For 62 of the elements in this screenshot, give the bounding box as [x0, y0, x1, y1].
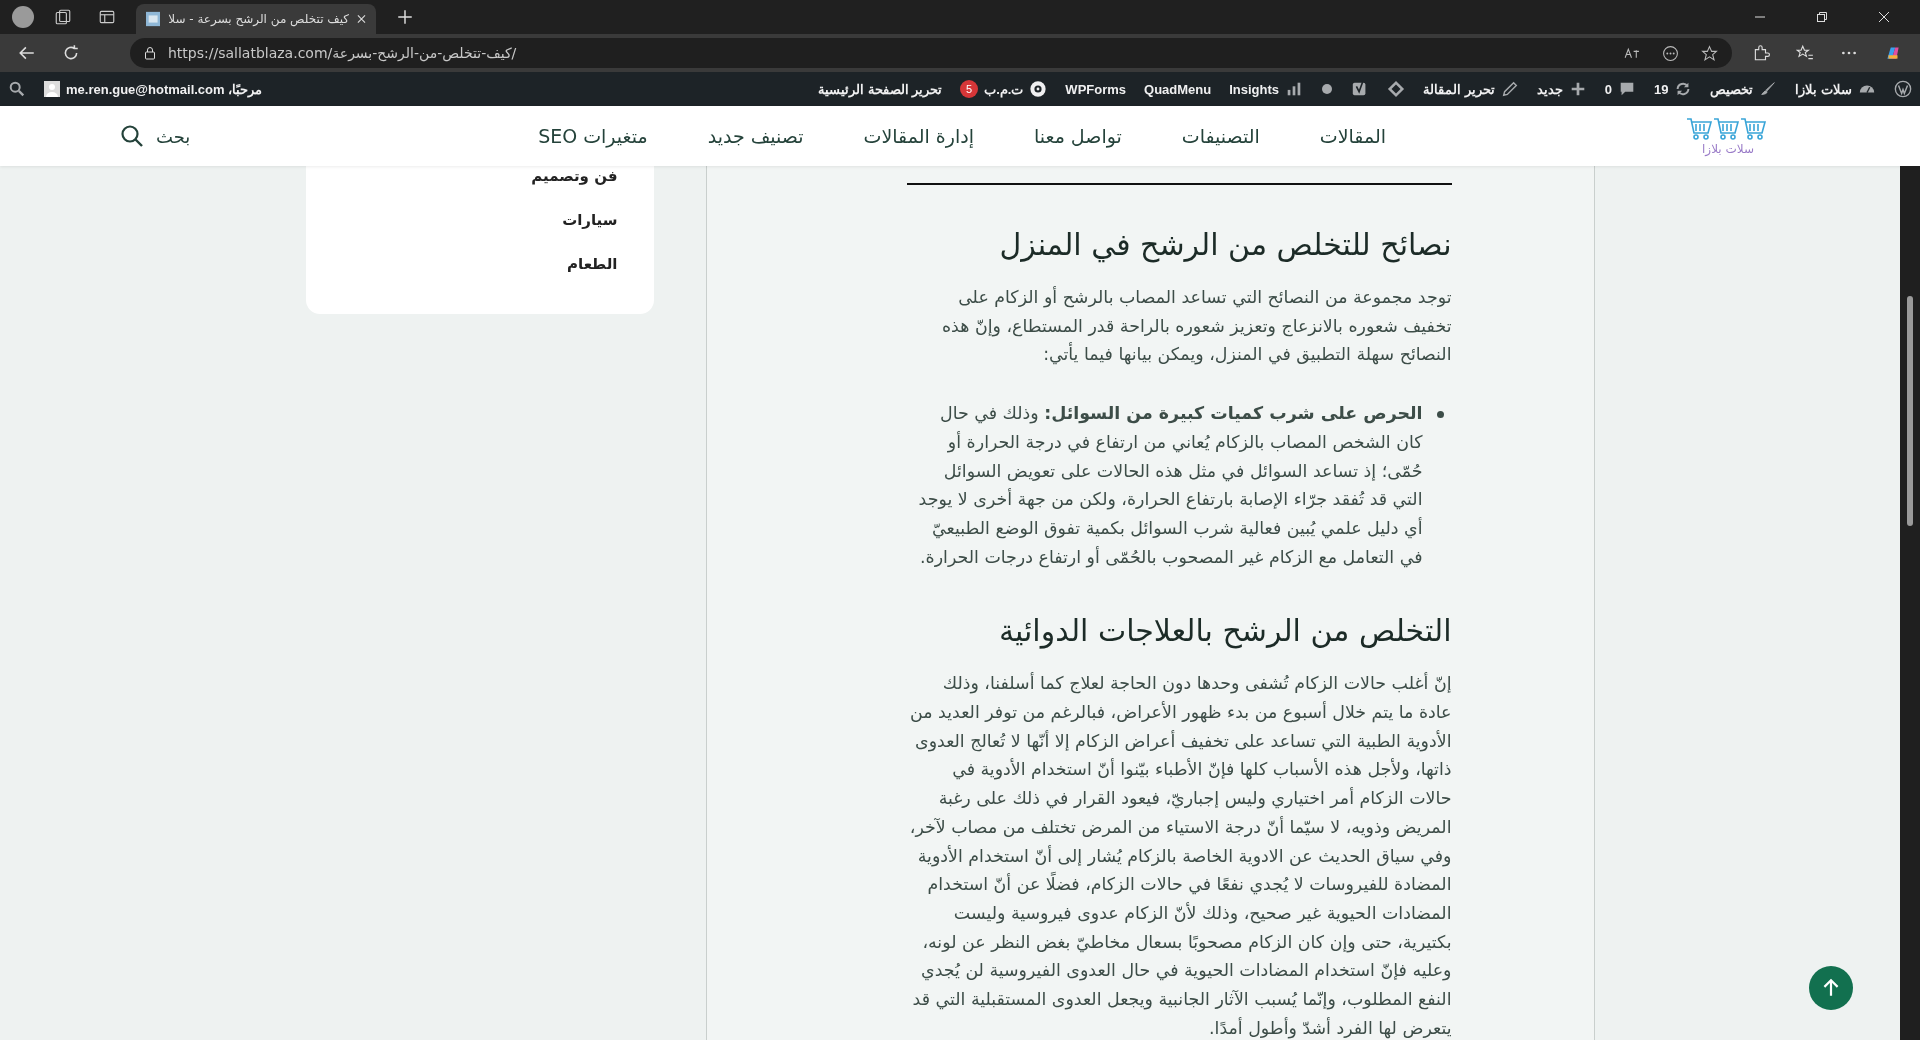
- admin-menu-link[interactable]: تحرير الصفحة الرئيسية: [817, 81, 943, 97]
- admin-menu-item[interactable]: [1321, 83, 1334, 95]
- nav-link[interactable]: المقالات: [1319, 125, 1386, 147]
- browser-tab[interactable]: كيف تتخلص من الرشح بسرعة - سلا: [136, 4, 376, 34]
- site-logo[interactable]: سلات بلازا: [1686, 116, 1770, 156]
- pencil-icon: [1500, 80, 1519, 98]
- diamond-icon: [1387, 80, 1406, 98]
- close-tab-icon[interactable]: [357, 14, 366, 24]
- url-text: https://sallatblaza.com/كيف-تتخلص-من-الرشح-بسرعة/: [168, 45, 517, 61]
- admin-menu-item[interactable]: [1387, 80, 1406, 98]
- search-link[interactable]: بحث: [120, 124, 191, 148]
- close-window-icon[interactable]: [1878, 11, 1890, 23]
- section-heading: التخلص من الرشح بالعلاجات الدوائية: [997, 612, 1452, 651]
- profile-icon[interactable]: [12, 6, 34, 28]
- admin-menu-item[interactable]: 0: [1604, 80, 1636, 98]
- nav-link[interactable]: متغيرات SEO: [538, 125, 648, 147]
- section-heading: نصائح للتخلص من الرشح في المنزل: [998, 226, 1452, 265]
- nav-link[interactable]: تواصل معنا: [1033, 125, 1122, 147]
- reload-icon[interactable]: [62, 44, 80, 62]
- gear-icon: [1029, 80, 1048, 98]
- lock-icon: [144, 46, 156, 60]
- admin-menu-item[interactable]: سلات بلازا: [1795, 80, 1876, 98]
- wordpress-logo-icon: [1894, 80, 1912, 98]
- category-link[interactable]: سيارات: [341, 210, 618, 230]
- back-icon[interactable]: [18, 44, 36, 62]
- avatar-icon: [44, 81, 60, 97]
- nav-link[interactable]: إدارة المقالات: [863, 125, 974, 147]
- new-tab-icon[interactable]: [396, 8, 414, 26]
- copilot-icon[interactable]: [1884, 44, 1902, 62]
- nav-link[interactable]: التصنيفات: [1181, 125, 1260, 147]
- account-menu[interactable]: مرحبًا، me.ren.gue@hotmail.com: [44, 81, 263, 97]
- scrollbar[interactable]: [1900, 166, 1920, 1040]
- site-favicon-icon: [146, 11, 161, 27]
- search-icon[interactable]: [8, 80, 26, 98]
- restore-icon[interactable]: [1816, 11, 1828, 23]
- category-link[interactable]: الطعام: [341, 254, 618, 274]
- favorites-icon[interactable]: [1796, 44, 1814, 62]
- bullet-icon: [1436, 411, 1444, 419]
- list-item: الحرص على شرب كميات كبيرة من السوائل: وذلك في حال كان الشخص المصاب بالزكام يُعاني من ارتفاع في درجة الحرارة أو حُمّى؛ إذ تساعد السوائل في مثل هذه الحالات على تعويض السوائل التي قد تُفقد جرّاء الإصابة بارتفاع الحرارة، ولكن من جهة أخرى لا يوجد أي دليل علمي يُبين فعالية شرب السوائل بكمية تفوق الوضع الطبيعيّ في التعامل مع الزكام غير المصحوب بالحُمّى أو ارتفاع درجات الحرارة.: [917, 402, 1423, 570]
- extensions-icon[interactable]: [1752, 44, 1770, 62]
- admin-menu-item[interactable]: تحرير المقالة: [1423, 80, 1519, 98]
- address-field[interactable]: https://sallatblaza.com/كيف-تتخلص-من-الرشح-بسرعة/: [130, 38, 1732, 68]
- status-dot-icon: [1321, 83, 1334, 95]
- scroll-to-top-button[interactable]: [1809, 966, 1853, 1010]
- paragraph: إنّ أغلب حالات الزكام تُشفى وحدها دون الحاجة لعلاج كما أسلفنا، وذلك عادة ما يتم خلال أسبوع من بدء ظهور الأعراض، فبالرغم من توفر العديد من الأدوية الطبية التي تساعد على تخفيف أعراض الزكام إلا أنّها لا تُعالج العدوى ذاتها، ولأجل هذه الأسباب كلها فإنّ الأطباء بيّنوا أنّ استخدام الأدوية في حالات الزكام أمر اختياري وليس إجباريّ، فيعود القرار في ذلك على رغبة المريض وذويه، لا سيّما أنّ درجة الاستياء من المرض تختلف من مصاب لآخر، وفي سياق الحديث عن الادوية الخاصة بالزكام يُشار إلى أنّ استخدام الأدوية المضادة للفيروسات لا يُجدي نفعًا في حالات الزكام، فضلًا عن أنّ استخدام المضادات الحيوية غير صحيح، وذلك لأنّ الزكام عدوى فيروسية وليست بكتيرية، حتى وإن كان الزكام مصحوبًا بسعال مخاطيّ بغض النظر عن لونه، وعليه فإنّ استخدام المضادات الحيوية في حال العدوى الفيروسية لن يُجدي النفع المطلوب، وإنّما يُسبب الآثار الجانبية ويجعل العدوى المستقبلية التي قد يتعرض لها الفرد أشدّ وأطول أمدًا.: [908, 671, 1452, 1040]
- star-icon[interactable]: [1701, 44, 1718, 62]
- admin-menu-item[interactable]: 19: [1653, 80, 1693, 98]
- nav-link[interactable]: تصنيف جديد: [707, 125, 804, 147]
- scrollbar-thumb[interactable]: [1907, 296, 1913, 526]
- admin-menu-item[interactable]: تخصيص: [1710, 80, 1778, 98]
- paragraph: توجد مجموعة من النصائح التي تساعد المصاب بالرشح أو الزكام على تخفيف شعوره بالانزعاج وتعزيز شعوره بالراحة قدر المستطاع، وإنّ هذه النصائح سهلة التطبيق في المنزل، ويمكن بيانها فيما يأتي:: [940, 285, 1452, 367]
- count-badge: 5: [960, 80, 979, 98]
- search-icon: [120, 124, 144, 148]
- admin-menu-item[interactable]: [1894, 80, 1912, 98]
- category-link[interactable]: فن وتصميم: [341, 166, 618, 186]
- admin-menu-item[interactable]: جديد: [1536, 80, 1587, 98]
- admin-menu-link[interactable]: Insights: [1229, 80, 1304, 98]
- admin-menu-link[interactable]: WPForms: [1065, 81, 1127, 97]
- collections-icon[interactable]: [54, 8, 72, 26]
- more-circle-icon[interactable]: [1662, 44, 1679, 62]
- sidebar-panel-icon[interactable]: [98, 8, 116, 26]
- admin-menu-link[interactable]: QuadMenu: [1144, 81, 1212, 97]
